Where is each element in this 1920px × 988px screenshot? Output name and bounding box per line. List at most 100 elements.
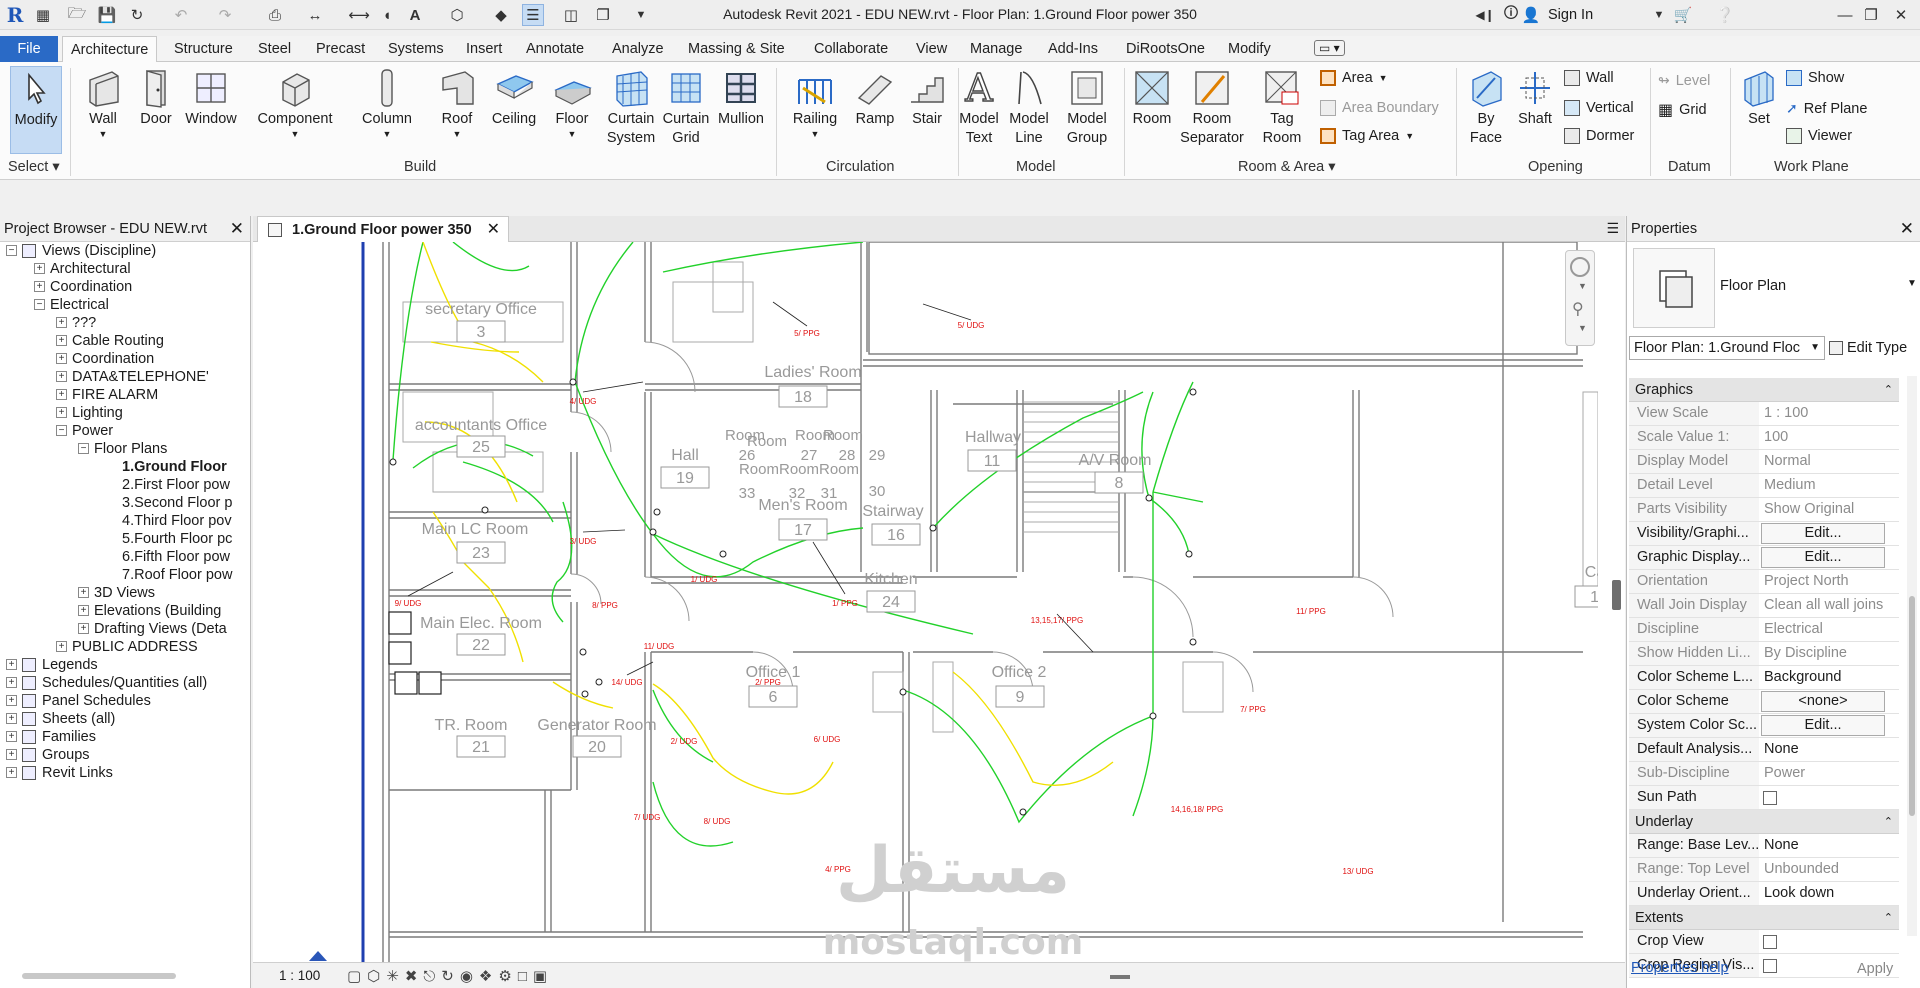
expand-icon[interactable]: + — [56, 407, 67, 418]
user-icon[interactable]: 👤 — [1520, 4, 1542, 26]
model-line-button[interactable]: Model Line — [1006, 66, 1052, 148]
area-boundary-button[interactable]: Area Boundary — [1320, 100, 1439, 116]
properties-help-link[interactable]: Properties help — [1631, 960, 1729, 976]
show-work-plane-button[interactable]: Show — [1786, 70, 1844, 86]
component-button[interactable]: Component ▼ — [252, 66, 338, 139]
properties-scroll-thumb[interactable] — [1909, 596, 1915, 816]
expand-icon[interactable]: + — [6, 695, 17, 706]
zoom-icon[interactable]: ⚲ — [1572, 299, 1584, 319]
expand-icon[interactable]: + — [56, 389, 67, 400]
property-checkbox[interactable] — [1763, 959, 1777, 973]
property-section-header[interactable]: Graphics ⌃ — [1629, 378, 1899, 402]
property-section-header[interactable]: Underlay ⌃ — [1629, 810, 1899, 834]
property-edit-button[interactable]: Edit... — [1761, 547, 1885, 568]
tab-analyze[interactable]: Analyze — [604, 36, 672, 62]
close-window-icon[interactable]: ✕ — [1890, 4, 1912, 26]
tab-collaborate[interactable]: Collaborate — [806, 36, 896, 62]
tab-systems[interactable]: Systems — [380, 36, 452, 62]
customize-qat-icon[interactable]: ▼ — [630, 4, 652, 26]
expand-icon[interactable]: + — [34, 281, 45, 292]
modify-button[interactable]: Modify — [10, 66, 62, 154]
floor-plan-drawing[interactable]: secretary Office 3 accountants Office 25 Mai… — [253, 242, 1598, 962]
property-value[interactable]: None — [1760, 834, 1899, 857]
expand-icon[interactable]: + — [56, 353, 67, 364]
shaft-button[interactable]: Shaft — [1512, 66, 1558, 129]
room-button[interactable]: Room — [1126, 66, 1178, 129]
ribbon-minimize-icon[interactable]: ▭ ▾ — [1314, 40, 1345, 56]
tag-room-button[interactable]: Tag Room — [1254, 66, 1310, 148]
restore-icon[interactable]: ❐ — [1860, 4, 1882, 26]
curtain-system-button[interactable]: Curtain System — [604, 66, 658, 148]
close-hidden-icon[interactable]: ◫ — [560, 4, 582, 26]
select-panel-label[interactable]: Select ▾ — [8, 159, 60, 175]
zoom-dropdown-icon[interactable]: ▼ — [1578, 323, 1587, 333]
viewer-button[interactable]: Viewer — [1786, 128, 1852, 144]
grid-button[interactable]: ▦ Grid — [1658, 100, 1707, 120]
browser-scrollbar[interactable] — [22, 973, 176, 979]
steering-wheel-icon[interactable] — [1570, 257, 1590, 277]
horizontal-scroll-thumb[interactable] — [1110, 975, 1130, 979]
drawing-canvas[interactable]: secretary Office 3 accountants Office 25 Mai… — [253, 242, 1598, 962]
view-splitter-handle[interactable] — [1612, 580, 1621, 610]
property-value[interactable]: Background — [1760, 666, 1899, 689]
save-icon[interactable]: 💾 — [96, 4, 118, 26]
door-button[interactable]: Door — [132, 66, 180, 129]
property-edit-button[interactable]: <none> — [1761, 691, 1885, 712]
search-prev-icon[interactable]: ◀❙ — [1474, 4, 1496, 26]
ceiling-button[interactable]: Ceiling — [486, 66, 542, 129]
view-control-icons[interactable]: ▢⬡✳✖⎋↻◉❖⚙□▣ — [347, 967, 553, 985]
tab-diroots-one[interactable]: DiRootsOne — [1118, 36, 1213, 62]
property-value[interactable]: Look down — [1760, 882, 1899, 905]
expand-icon[interactable]: + — [6, 659, 17, 670]
aligned-dimension-icon[interactable]: ⟷ — [348, 4, 370, 26]
collapse-icon[interactable]: − — [56, 425, 67, 436]
tab-architecture[interactable]: Architecture — [62, 36, 158, 63]
sync-icon[interactable]: ↻ — [126, 4, 148, 26]
collapse-section-icon[interactable]: ⌃ — [1884, 378, 1893, 402]
collapse-icon[interactable]: − — [78, 443, 89, 454]
ref-plane-button[interactable]: ➚ Ref Plane — [1786, 100, 1867, 117]
area-button[interactable]: Area ▼ — [1320, 70, 1388, 86]
collapse-section-icon[interactable]: ⌃ — [1884, 810, 1893, 834]
thin-lines-icon[interactable]: ☰ — [522, 4, 544, 26]
ramp-button[interactable]: Ramp — [850, 66, 900, 129]
vertical-opening-button[interactable]: Vertical — [1564, 100, 1634, 116]
expand-icon[interactable]: + — [6, 731, 17, 742]
railing-button[interactable]: Railing ▼ — [784, 66, 846, 139]
view-tab-ground-floor[interactable]: 1.Ground Floor power 350 ✕ — [257, 216, 509, 243]
roof-button[interactable]: Roof ▼ — [430, 66, 484, 139]
collapse-icon[interactable]: − — [34, 299, 45, 310]
sign-in-link[interactable]: Sign In — [1548, 7, 1593, 23]
instance-filter-select[interactable]: Floor Plan: 1.Ground Floc ▼ — [1629, 336, 1825, 360]
property-edit-button[interactable]: Edit... — [1761, 523, 1885, 544]
tab-view[interactable]: View — [908, 36, 955, 62]
room-area-panel-label[interactable]: Room & Area ▾ — [1238, 159, 1336, 175]
property-edit-button[interactable]: Edit... — [1761, 715, 1885, 736]
view-scale[interactable]: 1 : 100 — [279, 968, 320, 983]
collapse-section-icon[interactable]: ⌃ — [1884, 906, 1893, 930]
undo-icon[interactable]: ↶ — [170, 4, 192, 26]
wall-button[interactable]: Wall ▼ — [78, 66, 128, 139]
expand-icon[interactable]: + — [34, 263, 45, 274]
expand-icon[interactable]: + — [78, 587, 89, 598]
text-icon[interactable]: A — [404, 4, 426, 26]
property-value[interactable]: None — [1760, 738, 1899, 761]
curtain-grid-button[interactable]: Curtain Grid — [660, 66, 712, 148]
expand-icon[interactable]: + — [6, 749, 17, 760]
property-section-header[interactable]: Extents ⌃ — [1629, 906, 1899, 930]
set-work-plane-button[interactable]: Set — [1736, 66, 1782, 129]
minimize-icon[interactable]: — — [1834, 4, 1856, 26]
tab-annotate[interactable]: Annotate — [518, 36, 592, 62]
model-group-button[interactable]: Model Group — [1062, 66, 1112, 148]
tag-icon[interactable]: ◖ — [376, 4, 398, 26]
wall-opening-button[interactable]: Wall — [1564, 70, 1614, 86]
expand-icon[interactable]: + — [56, 335, 67, 346]
info-center-icon[interactable]: ▦ — [32, 4, 54, 26]
help-icon[interactable]: ❔ — [1714, 4, 1736, 26]
tab-manage[interactable]: Manage — [962, 36, 1030, 62]
expand-icon[interactable]: + — [78, 623, 89, 634]
tag-area-button[interactable]: Tag Area ▼ — [1320, 128, 1414, 144]
level-button[interactable]: ↬ Level — [1658, 72, 1710, 89]
switch-windows-icon[interactable]: ❐ — [592, 4, 614, 26]
revit-logo-icon[interactable]: R — [4, 3, 26, 27]
